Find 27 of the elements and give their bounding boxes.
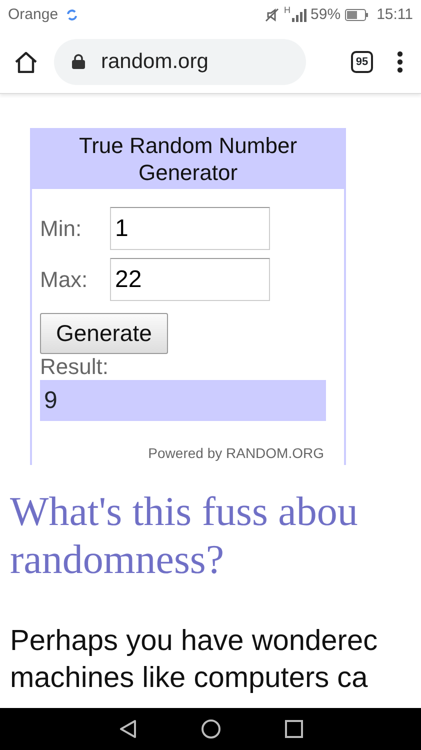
field-label: Min: <box>40 215 83 243</box>
input-field[interactable]: 1 <box>110 207 270 250</box>
carrier-name: Orange <box>8 4 58 25</box>
battery-icon <box>344 9 369 21</box>
lock-icon <box>72 54 85 69</box>
clock-time: 15:11 <box>376 4 413 25</box>
mute-icon <box>264 7 280 23</box>
result-label: Result: <box>40 354 110 380</box>
home-icon[interactable] <box>200 719 220 739</box>
battery-percent: 59% <box>310 4 341 25</box>
result-value: 9 <box>40 380 326 420</box>
body-paragraph: Perhaps you have wonderec machines like computers ca <box>10 624 379 696</box>
home-icon[interactable] <box>14 50 38 72</box>
recents-icon[interactable] <box>284 720 302 738</box>
address-bar[interactable]: random.org <box>54 38 306 84</box>
field-label: Max: <box>40 266 89 294</box>
generate-button[interactable]: Generate <box>40 313 168 354</box>
section-heading: What's this fuss abou randomness? <box>10 487 359 583</box>
menu-icon[interactable] <box>397 50 403 72</box>
signal-icon <box>290 8 307 22</box>
powered-by-text: Powered by RANDOM.ORG <box>147 444 325 463</box>
input-field[interactable]: 22 <box>110 258 270 301</box>
back-icon[interactable] <box>118 719 136 739</box>
generator-title: True Random Number Generator <box>32 130 344 189</box>
network-type: H <box>284 4 291 17</box>
sync-icon <box>66 9 78 21</box>
tab-count-button[interactable]: 95 <box>351 50 373 72</box>
